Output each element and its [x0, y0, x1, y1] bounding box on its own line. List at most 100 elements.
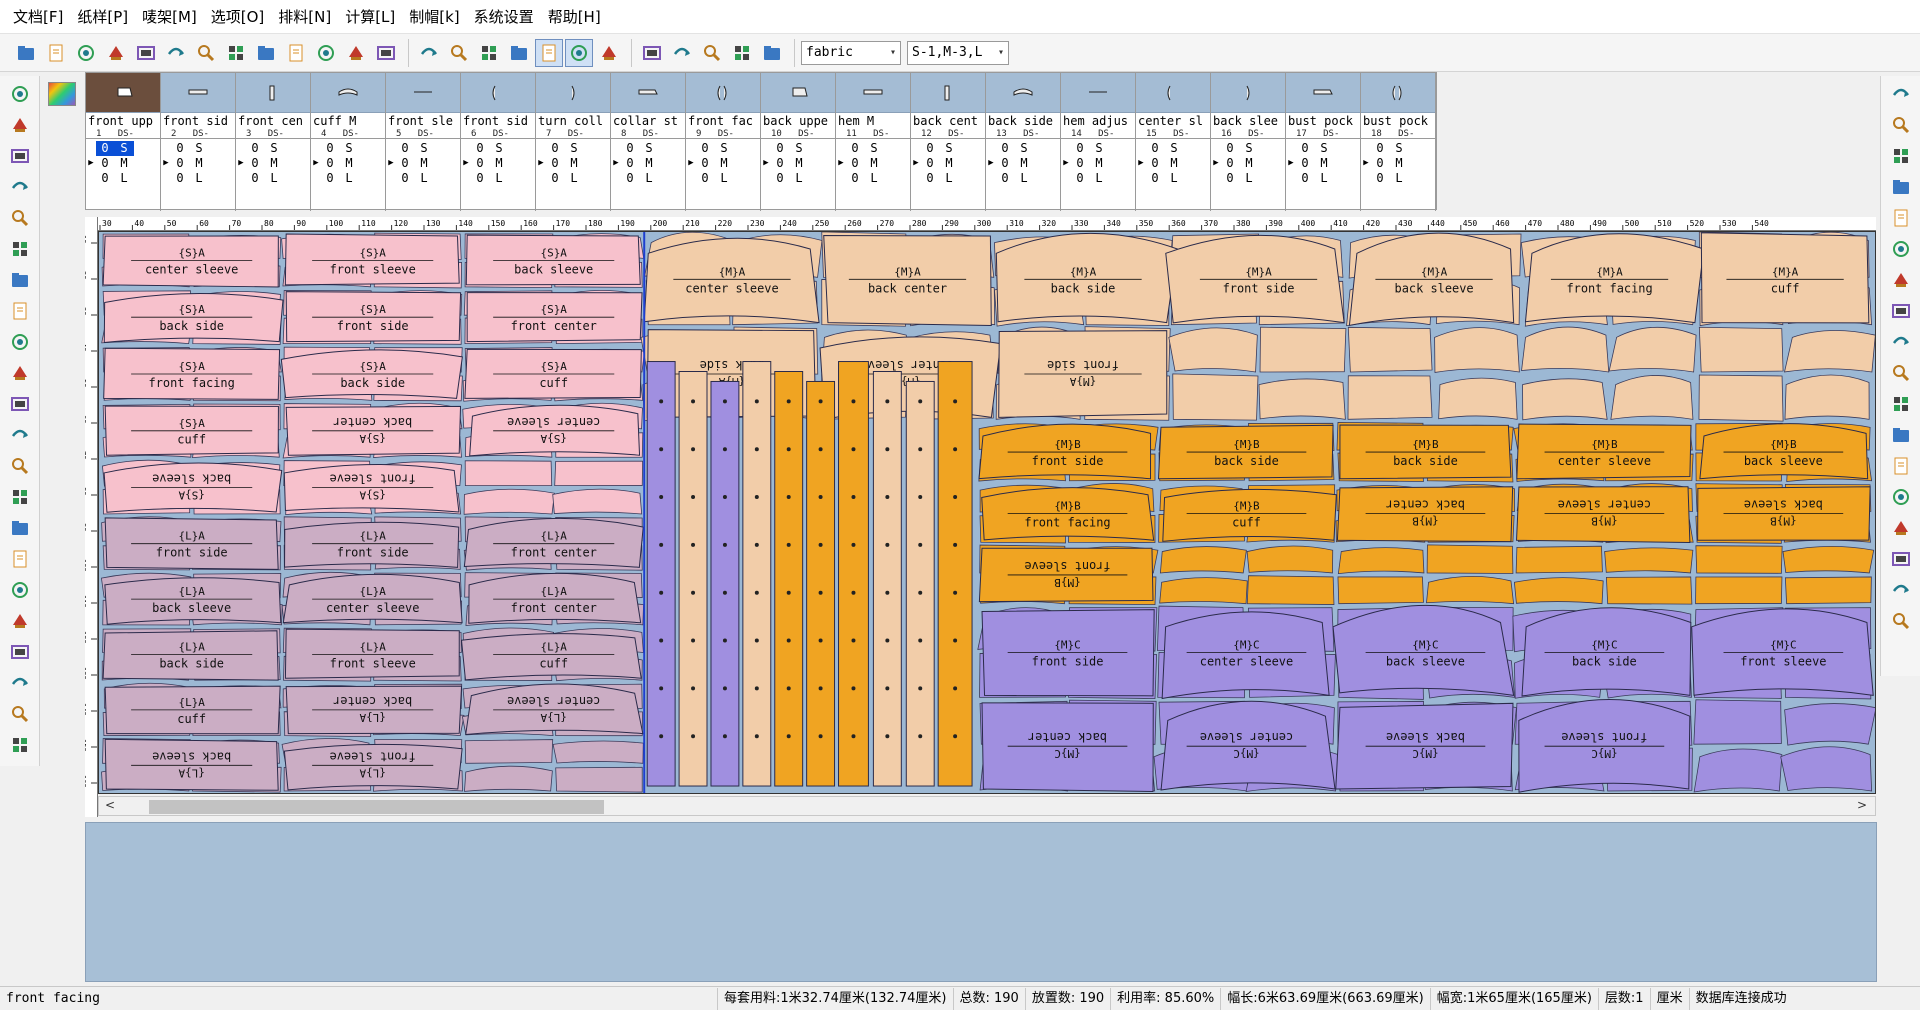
piece-column[interactable]: cuff M 4 DS- 0 S ▶ 0 M 0 L [311, 73, 386, 211]
piece-thumbnail[interactable] [1361, 73, 1435, 113]
pattern-piece[interactable] [1691, 608, 1874, 696]
redo-icon[interactable] [282, 39, 310, 67]
piece-column[interactable]: front sid 6 DS- 0 S ▶ 0 M 0 L [461, 73, 536, 211]
size-row[interactable]: 0L [86, 171, 160, 186]
new-document-icon[interactable] [42, 39, 70, 67]
pattern-piece[interactable] [742, 361, 772, 787]
size-row[interactable]: ▶ 0 M [911, 156, 985, 171]
piece-column[interactable]: turn coll 7 DS- 0 S ▶ 0 M 0 L [536, 73, 611, 211]
pattern-piece[interactable] [1347, 326, 1433, 373]
pattern-piece[interactable] [646, 361, 676, 787]
pattern-piece[interactable] [1784, 374, 1870, 420]
piece-thumbnail[interactable] [236, 73, 310, 113]
size-row[interactable]: 0L [1211, 171, 1285, 186]
size-row[interactable]: ▶ 0 M [1361, 156, 1435, 171]
split-icon[interactable] [1886, 421, 1916, 449]
pattern-piece[interactable] [285, 291, 462, 343]
pattern-piece[interactable] [555, 766, 643, 793]
pattern-piece[interactable] [552, 740, 644, 764]
size-row[interactable]: 0L [236, 171, 310, 186]
connect-icon[interactable] [5, 638, 35, 666]
exit-icon[interactable] [1886, 607, 1916, 635]
piece-thumbnail[interactable] [161, 73, 235, 113]
pattern-icon[interactable] [5, 576, 35, 604]
pattern-piece[interactable] [463, 517, 644, 568]
eraser-icon[interactable] [1886, 390, 1916, 418]
pattern-piece[interactable] [1784, 703, 1876, 746]
cross-icon[interactable] [5, 669, 35, 697]
pattern-piece[interactable] [1337, 576, 1424, 605]
pattern-piece[interactable] [1610, 375, 1694, 420]
size-row[interactable]: 0S [836, 141, 910, 156]
pattern-piece[interactable] [1246, 575, 1335, 605]
size-row[interactable]: 0L [1361, 171, 1435, 186]
pattern-piece[interactable] [1783, 330, 1876, 373]
open-folder-icon[interactable] [12, 39, 40, 67]
pattern-piece[interactable] [978, 423, 1152, 480]
pattern-piece[interactable] [1160, 700, 1336, 791]
pattern-piece[interactable] [678, 371, 708, 787]
unplaced-pieces-panel[interactable] [85, 822, 1877, 982]
flip-icon[interactable] [668, 39, 696, 67]
size-row[interactable]: 0L [836, 171, 910, 186]
zoom-page-icon[interactable] [1886, 80, 1916, 108]
size-row[interactable]: 0S [1286, 141, 1360, 156]
size-row[interactable]: ▶ 0 M [236, 156, 310, 171]
piece-thumbnail[interactable] [1286, 73, 1360, 113]
size-row[interactable]: 0S [1211, 141, 1285, 156]
menu-file[interactable]: 文档[F] [6, 0, 70, 34]
piece-thumbnail[interactable] [536, 73, 610, 113]
delete-icon[interactable] [728, 39, 756, 67]
pattern-piece[interactable] [806, 380, 836, 787]
scroll-thumb[interactable] [149, 800, 604, 814]
print-icon[interactable] [162, 39, 190, 67]
pattern-piece[interactable] [1515, 545, 1603, 574]
pattern-piece[interactable] [552, 488, 643, 515]
piece-thumbnail[interactable] [461, 73, 535, 113]
measure-icon[interactable] [342, 39, 370, 67]
piece-thumbnail[interactable] [611, 73, 685, 113]
pattern-piece[interactable] [937, 361, 973, 787]
search-icon[interactable] [5, 700, 35, 728]
color-palette-icon[interactable] [48, 82, 76, 106]
size-row[interactable]: 0S [911, 141, 985, 156]
piece-column[interactable]: bust pock 17 DS- 0 S ▶ 0 M 0 L [1286, 73, 1361, 211]
pattern-piece[interactable] [774, 371, 804, 787]
piece-column[interactable]: front sid 2 DS- 0 S ▶ 0 M 0 L [161, 73, 236, 211]
pattern-piece[interactable] [1513, 577, 1604, 605]
piece-thumbnail[interactable] [386, 73, 460, 113]
size-row[interactable]: 0S [536, 141, 610, 156]
layers-icon[interactable] [758, 39, 786, 67]
list-view-icon[interactable] [565, 38, 593, 67]
size-row[interactable]: 0S [761, 141, 835, 156]
plotter-icon[interactable] [192, 39, 220, 67]
menu-pattern[interactable]: 纸样[P] [70, 0, 135, 34]
size-row[interactable]: ▶ 0 M [536, 156, 610, 171]
piece-column[interactable]: back side 13 DS- 0 S ▶ 0 M 0 L [986, 73, 1061, 211]
menu-hat[interactable]: 制帽[k] [402, 0, 466, 34]
piece-column[interactable]: front fac 9 DS- 0 S ▶ 0 M 0 L [686, 73, 761, 211]
text-icon[interactable] [5, 483, 35, 511]
pattern-piece[interactable] [284, 628, 460, 679]
piece-column[interactable]: collar st 8 DS- 0 S ▶ 0 M 0 L [611, 73, 686, 211]
piece-column[interactable]: front upp 1 DS- 0 S ▶ 0 M 0 L [86, 73, 161, 211]
pattern-piece[interactable] [1698, 374, 1784, 422]
size-row[interactable]: 0S [161, 141, 235, 156]
size-row[interactable]: ▶ 0 M [461, 156, 535, 171]
cross-icon[interactable] [1886, 514, 1916, 542]
pattern-piece[interactable] [464, 739, 554, 764]
size-row[interactable]: 0L [161, 171, 235, 186]
undo-icon[interactable] [252, 39, 280, 67]
size-row[interactable]: 0L [1286, 171, 1360, 186]
size-row[interactable]: ▶ 0 M [1136, 156, 1210, 171]
pattern-piece[interactable] [1608, 326, 1697, 373]
pattern-piece[interactable] [1516, 423, 1692, 480]
pattern-piece[interactable] [1780, 746, 1873, 792]
size-row[interactable]: ▶ 0 M [1061, 156, 1135, 171]
pattern-piece[interactable] [554, 460, 644, 486]
pattern-piece[interactable] [1336, 486, 1514, 543]
pattern-piece[interactable] [1159, 546, 1247, 574]
size-row[interactable]: ▶ 0 M [761, 156, 835, 171]
pattern-piece[interactable] [1699, 423, 1869, 480]
overlap-icon[interactable] [5, 607, 35, 635]
